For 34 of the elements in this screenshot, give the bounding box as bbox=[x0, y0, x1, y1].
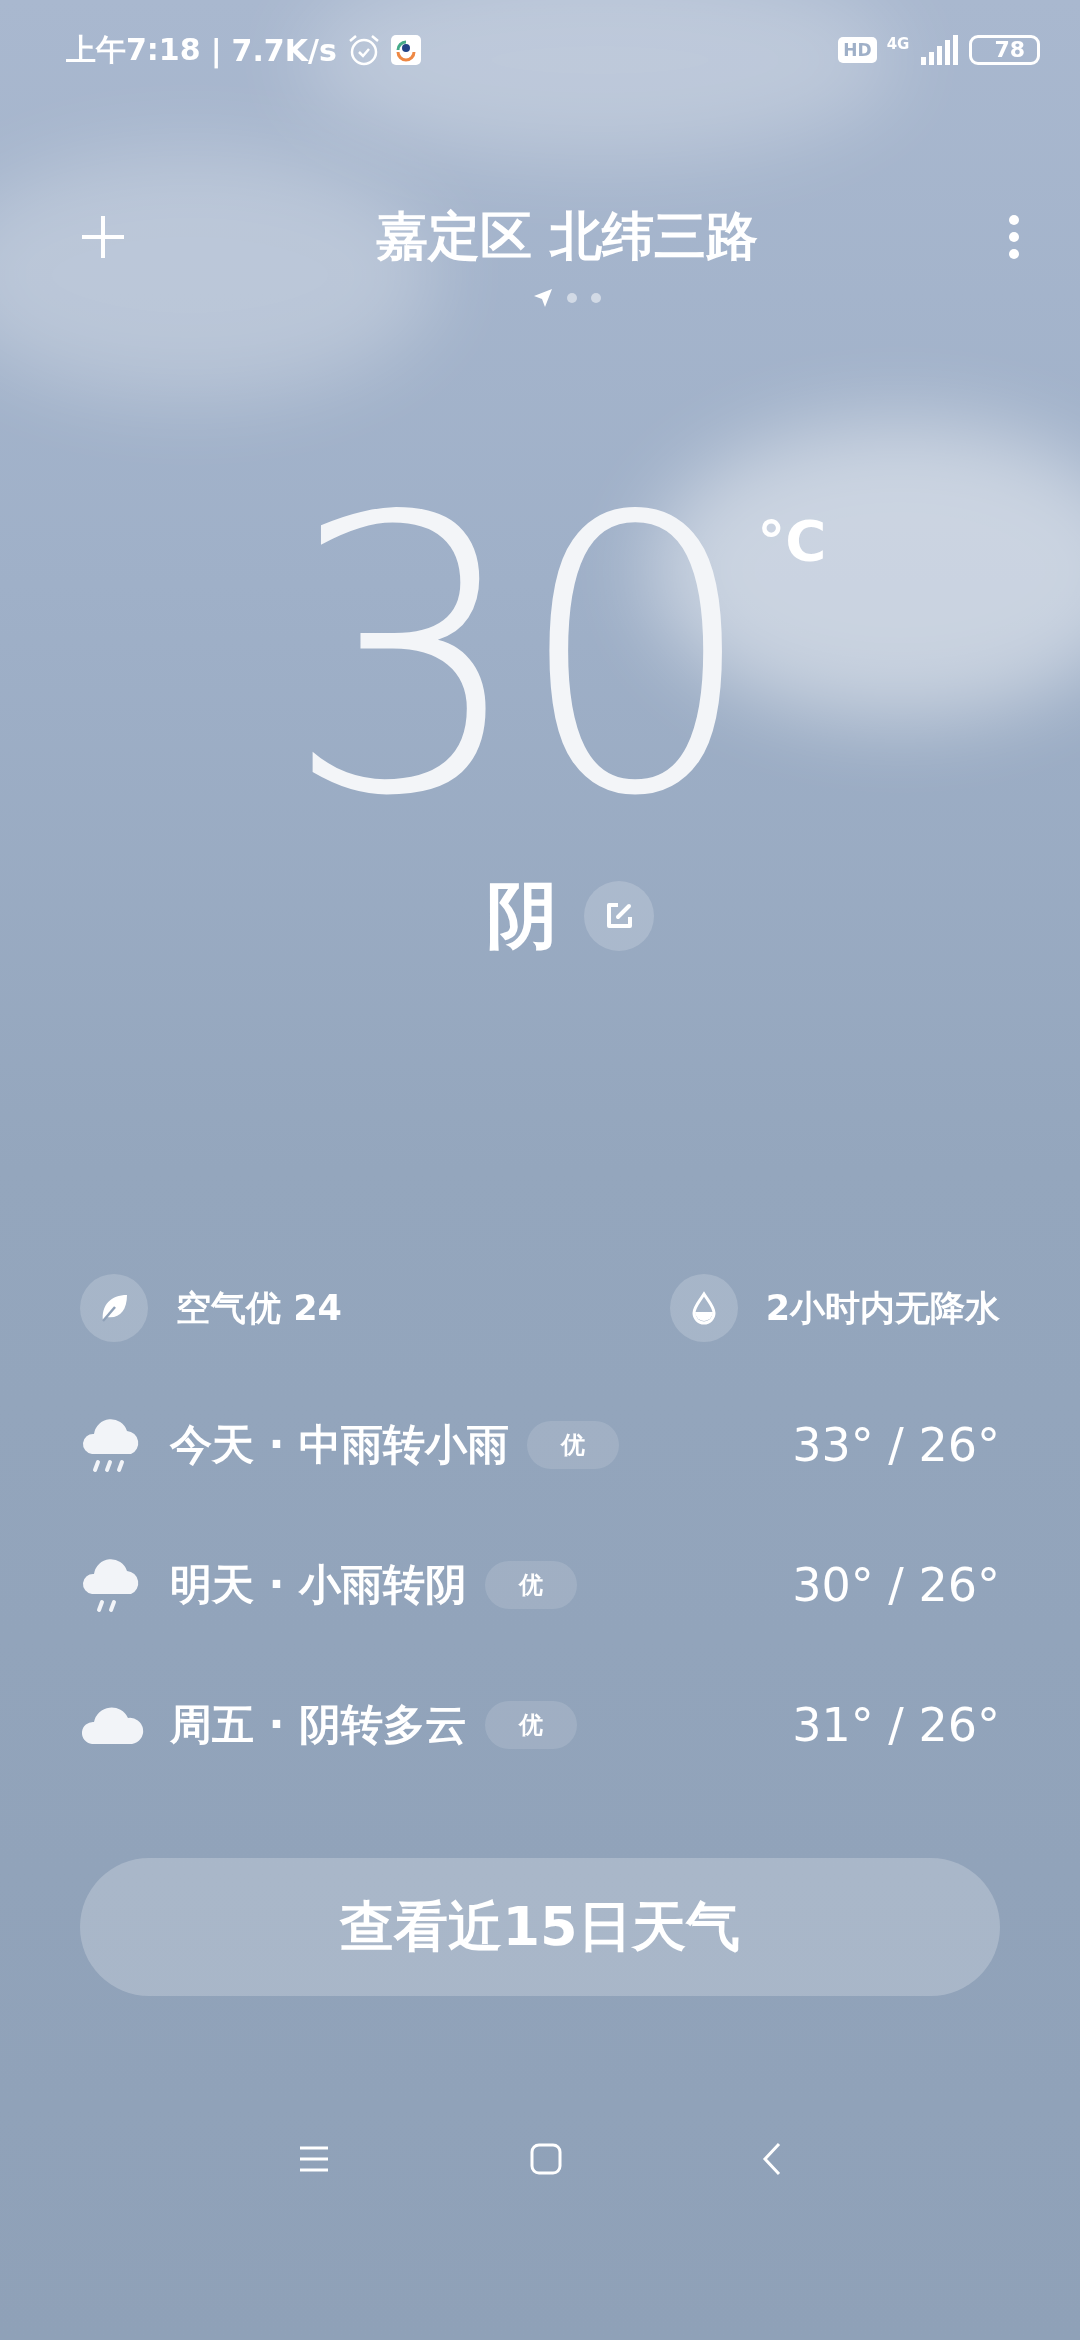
signal-icon bbox=[919, 35, 960, 65]
page-dot[interactable] bbox=[567, 293, 577, 303]
temperature-range: 30° / 26° bbox=[792, 1558, 1000, 1612]
menu-icon[interactable] bbox=[298, 2145, 330, 2173]
forecast-label: 今天 · 中雨转小雨 bbox=[170, 1419, 510, 1471]
page-dot[interactable] bbox=[591, 293, 601, 303]
forecast-label: 周五 · 阴转多云 bbox=[170, 1699, 468, 1751]
air-quality-text: 空气优 24 bbox=[176, 1286, 342, 1330]
hd-badge: HD bbox=[838, 37, 877, 63]
temperature-range: 33° / 26° bbox=[792, 1418, 1000, 1472]
battery-indicator: 78 bbox=[969, 35, 1040, 65]
more-menu-button[interactable] bbox=[1008, 214, 1020, 260]
location-arrow-icon[interactable] bbox=[533, 288, 553, 308]
network-type: 4G bbox=[886, 35, 910, 53]
network-speed: 7.7K/s bbox=[231, 32, 337, 68]
edit-icon bbox=[604, 901, 634, 931]
temperature-range: 31° / 26° bbox=[792, 1698, 1000, 1752]
precipitation-text: 2小时内无降水 bbox=[765, 1286, 1000, 1330]
back-icon[interactable] bbox=[762, 2142, 782, 2176]
forecast-label: 明天 · 小雨转阴 bbox=[170, 1559, 468, 1611]
air-quality-badge: 优 bbox=[485, 1701, 578, 1749]
temperature-value: 30 bbox=[283, 468, 748, 848]
location-title: 嘉定区 北纬三路 bbox=[375, 205, 759, 268]
fifteen-day-forecast-button[interactable]: 查看近15日天气 bbox=[80, 1858, 1000, 1996]
add-button[interactable] bbox=[80, 214, 126, 260]
plus-icon bbox=[80, 214, 126, 260]
air-quality-badge: 优 bbox=[485, 1561, 578, 1609]
status-separator: | bbox=[210, 32, 222, 68]
app-notification-icon bbox=[390, 35, 421, 65]
weather-condition: 阴 bbox=[486, 872, 558, 959]
status-time: 上午7:18 bbox=[66, 30, 201, 69]
home-square-icon[interactable] bbox=[530, 2143, 562, 2175]
more-icon bbox=[1008, 214, 1020, 260]
air-quality-badge: 优 bbox=[527, 1421, 620, 1469]
